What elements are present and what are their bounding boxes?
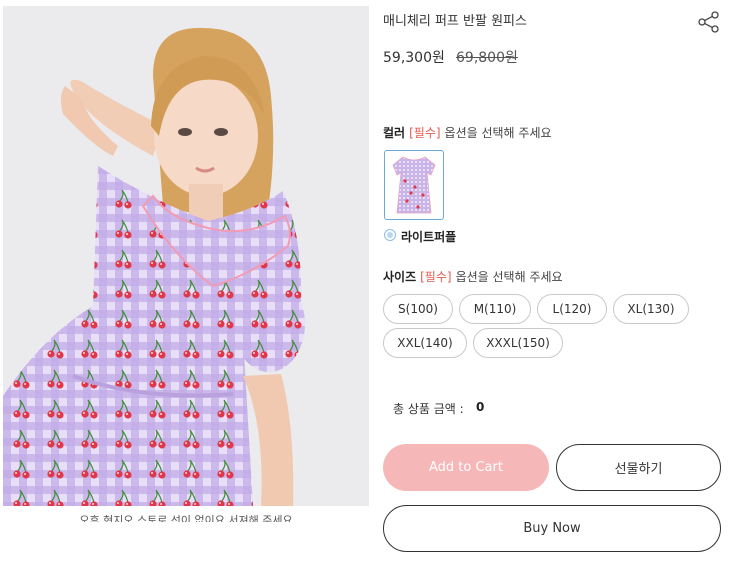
size-option-xl[interactable]: XL(130) <box>613 294 689 324</box>
total-price-label: 총 상품 금액 : <box>393 402 464 416</box>
image-caption: 오후 현지오 스토로 선이 없이요 서져해 주세요 <box>79 514 293 522</box>
color-required-tag: [필수] <box>409 126 441 140</box>
color-label: 컬러 <box>383 126 406 140</box>
add-to-cart-button[interactable]: Add to Cart <box>383 444 549 491</box>
size-option-xxxl[interactable]: XXXL(150) <box>473 328 563 358</box>
size-option-xxl[interactable]: XXL(140) <box>383 328 467 358</box>
size-label: 사이즈 <box>383 270 417 284</box>
radio-icon[interactable] <box>384 229 396 241</box>
total-price-value: 0 <box>476 400 485 414</box>
color-swatch-light-purple[interactable] <box>384 150 444 220</box>
size-option-s[interactable]: S(100) <box>383 294 453 324</box>
color-option-label: 컬러 [필수] 옵션을 선택해 주세요 <box>383 124 552 141</box>
color-hint: 옵션을 선택해 주세요 <box>444 126 552 140</box>
sale-price: 59,300원 <box>383 50 445 66</box>
size-option-m[interactable]: M(110) <box>459 294 531 324</box>
selected-color-name: 라이트퍼플 <box>401 230 457 244</box>
size-option-label: 사이즈 [필수] 옵션을 선택해 주세요 <box>383 268 563 285</box>
share-icon[interactable] <box>697 10 721 34</box>
size-required-tag: [필수] <box>420 270 452 284</box>
product-image <box>3 6 369 506</box>
size-option-l[interactable]: L(120) <box>537 294 607 324</box>
gift-button[interactable]: 선물하기 <box>556 444 721 491</box>
original-price: 69,800원 <box>456 50 518 66</box>
product-title: 매니체리 퍼프 반팔 원피스 <box>383 14 527 29</box>
buy-now-button[interactable]: Buy Now <box>383 505 721 552</box>
size-hint: 옵션을 선택해 주세요 <box>455 270 563 284</box>
